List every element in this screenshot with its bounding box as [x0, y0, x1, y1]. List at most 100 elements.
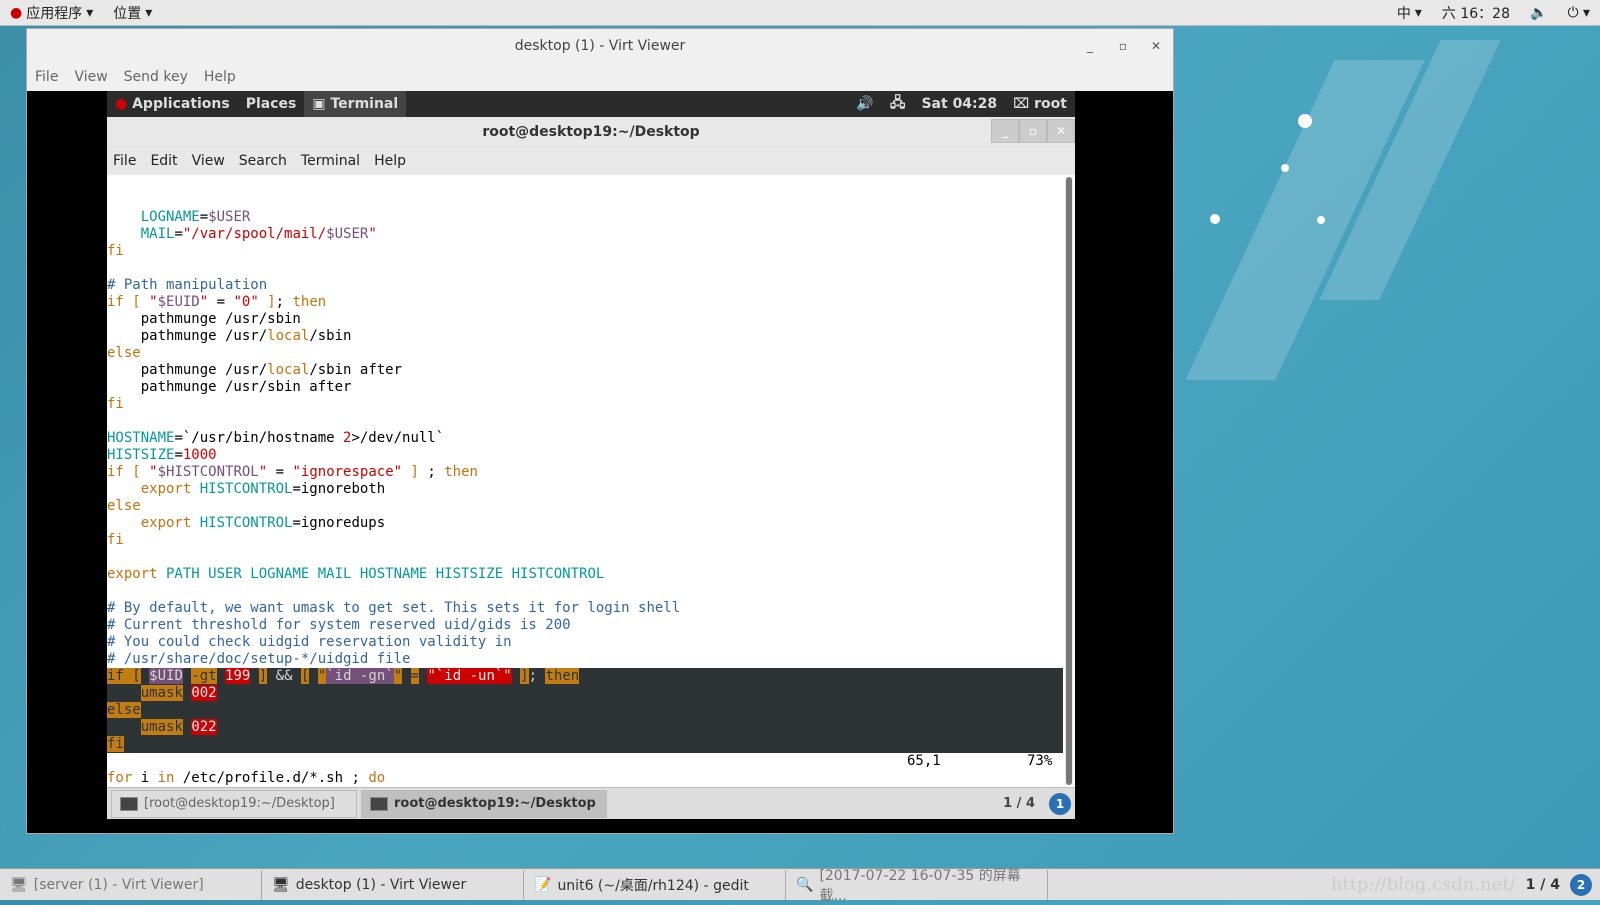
- code-token: ;: [418, 464, 445, 480]
- code-token: "0": [233, 294, 259, 310]
- monitor-icon: 🖥: [10, 876, 28, 893]
- code-token: =: [199, 209, 209, 225]
- code-line: pathmunge /usr/local/sbin: [107, 328, 1063, 345]
- code-token: 002: [191, 685, 217, 701]
- code-token: "ignorespace": [292, 464, 403, 480]
- code-line: HOSTNAME=`/usr/bin/hostname 2>/dev/null`: [107, 430, 1063, 447]
- menu-file[interactable]: File: [35, 69, 58, 85]
- guest-user-menu[interactable]: ⌧ root: [1005, 96, 1075, 112]
- maximize-button[interactable]: ▫: [1119, 29, 1127, 63]
- code-token: pathmunge /usr/: [107, 328, 268, 344]
- volume-icon[interactable]: 🔈: [1520, 5, 1557, 21]
- menu-view[interactable]: View: [74, 69, 107, 85]
- taskbar-item-screenshot[interactable]: 🔍 [2017-07-22 16-07-35 的屏幕截...: [786, 868, 1048, 904]
- code-line: pathmunge /usr/sbin: [107, 311, 1063, 328]
- notification-badge[interactable]: 2: [1570, 873, 1592, 896]
- terminal-menu-edit[interactable]: Edit: [150, 153, 177, 169]
- guest-taskbar: [root@desktop19:~/Desktop] root@desktop1…: [107, 787, 1075, 819]
- clock[interactable]: 六 16：28: [1432, 3, 1520, 23]
- code-token: pathmunge /usr/sbin: [107, 311, 301, 327]
- code-token: $USER: [326, 226, 369, 242]
- taskbar-item-gedit[interactable]: 📝 unit6 (~/桌面/rh124) - gedit: [524, 869, 786, 900]
- code-line: export PATH USER LOGNAME MAIL HOSTNAME H…: [107, 566, 1063, 583]
- guest-clock[interactable]: Sat 04:28: [913, 96, 1005, 112]
- places-menu[interactable]: 位置 ▾: [103, 3, 162, 23]
- code-token: =ignoreboth: [292, 481, 386, 497]
- code-token: $EUID: [157, 294, 200, 310]
- terminal-close-button[interactable]: ✕: [1047, 119, 1075, 143]
- terminal-scrollbar[interactable]: [1065, 177, 1073, 785]
- code-token: $UID: [149, 668, 183, 684]
- terminal-menubar: File Edit View Search Terminal Help: [107, 147, 1075, 175]
- guest-notification-badge[interactable]: 1: [1049, 792, 1071, 815]
- input-method[interactable]: 中 ▾: [1387, 3, 1432, 23]
- code-token: ]: [402, 464, 419, 480]
- minimize-button[interactable]: _: [1087, 29, 1093, 63]
- terminal-menu-help[interactable]: Help: [374, 153, 406, 169]
- guest-places-menu[interactable]: Places: [238, 96, 305, 112]
- code-token: umask: [140, 685, 183, 701]
- guest-task-item-active[interactable]: root@desktop19:~/Desktop: [361, 789, 607, 818]
- code-token: pathmunge /usr/sbin after: [107, 379, 352, 395]
- code-token: else: [107, 345, 141, 361]
- code-token: then: [292, 294, 327, 310]
- taskbar-item-desktop-viewer[interactable]: 🖥 desktop (1) - Virt Viewer: [262, 869, 524, 900]
- code-token: >/dev/null`: [351, 430, 445, 446]
- code-token: $HISTCONTROL: [157, 464, 259, 480]
- code-line: if [ "$EUID" = "0" ]; then: [107, 294, 1063, 311]
- code-token: ": [317, 668, 327, 684]
- terminal-icon: [370, 796, 388, 811]
- monitor-icon: 🖥: [272, 876, 290, 893]
- code-token: =: [410, 668, 419, 684]
- guest-applications-menu[interactable]: ● Applications: [107, 96, 238, 112]
- code-token: /sbin after: [309, 362, 403, 378]
- taskbar-label: unit6 (~/桌面/rh124) - gedit: [557, 877, 749, 894]
- terminal-menu-file[interactable]: File: [113, 153, 136, 169]
- menu-help[interactable]: Help: [204, 69, 236, 85]
- guest-workspace-pager[interactable]: 1 / 4: [1003, 796, 1035, 811]
- code-token: -gt: [191, 668, 217, 684]
- terminal-menu-search[interactable]: Search: [239, 153, 287, 169]
- close-button[interactable]: ✕: [1151, 29, 1161, 63]
- applications-menu[interactable]: ● 应用程序 ▾: [0, 3, 103, 23]
- terminal-minimize-button[interactable]: _: [991, 119, 1019, 143]
- code-line: fi: [107, 243, 1063, 260]
- code-token: if [: [107, 294, 150, 310]
- code-line: # By default, we want umask to get set. …: [107, 600, 1063, 617]
- guest-display[interactable]: ● Applications Places ▣ Terminal 🔊 🖧 Sat…: [27, 91, 1173, 833]
- code-token: "`id -un`": [427, 668, 512, 684]
- guest-volume-icon[interactable]: 🔊: [848, 96, 881, 112]
- workspace-pager[interactable]: 1 / 4: [1526, 877, 1560, 893]
- code-token: ": [149, 294, 158, 310]
- scrollbar-thumb[interactable]: [1066, 177, 1072, 785]
- code-token: local: [267, 362, 310, 378]
- code-token: LOGNAME: [140, 209, 200, 225]
- terminal-menu-view[interactable]: View: [192, 153, 225, 169]
- terminal-maximize-button[interactable]: ▫: [1019, 119, 1047, 143]
- taskbar-item-server-viewer[interactable]: 🖥 [server (1) - Virt Viewer]: [0, 869, 262, 900]
- terminal-text-area[interactable]: LOGNAME=$USER MAIL="/var/spool/mail/$USE…: [107, 175, 1063, 787]
- menu-send-key[interactable]: Send key: [124, 69, 188, 85]
- code-token: ": [393, 668, 403, 684]
- redhat-icon: ●: [115, 96, 128, 112]
- guest-terminal-task[interactable]: ▣ Terminal: [304, 91, 407, 117]
- code-line: if [ $UID -gt 199 ] && [ "`id -gn`" = "`…: [107, 668, 1063, 685]
- code-token: ": [258, 464, 268, 480]
- code-token: then: [444, 464, 478, 480]
- code-token: HISTCONTROL: [199, 481, 293, 497]
- code-line: export HISTCONTROL=ignoredups: [107, 515, 1063, 532]
- code-token: =ignoredups: [292, 515, 386, 531]
- terminal-menu-terminal[interactable]: Terminal: [301, 153, 360, 169]
- code-line: # You could check uidgid reservation val…: [107, 634, 1063, 651]
- power-icon[interactable]: ⏻ ▾: [1557, 5, 1600, 21]
- guest-network-icon[interactable]: 🖧: [882, 92, 914, 116]
